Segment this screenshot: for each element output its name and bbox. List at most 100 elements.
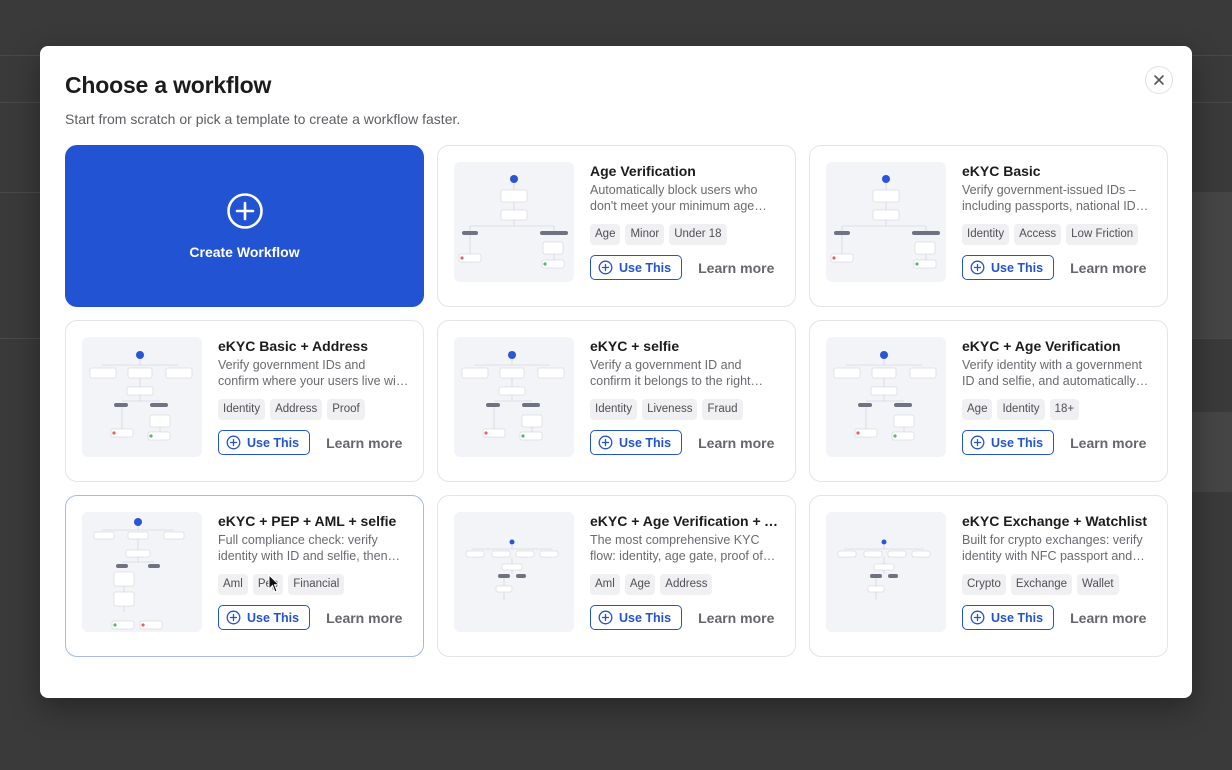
workflow-preview-thumbnail: [826, 162, 946, 282]
plus-circle-icon: [598, 610, 613, 625]
use-this-label: Use This: [247, 435, 300, 450]
close-button[interactable]: [1145, 66, 1173, 94]
use-this-button[interactable]: Use This: [962, 255, 1055, 280]
use-this-button[interactable]: Use This: [218, 430, 311, 455]
tag: Liveness: [642, 399, 698, 420]
use-this-label: Use This: [619, 610, 672, 625]
use-this-label: Use This: [991, 260, 1044, 275]
workflow-description: Verify government-issued IDs – including…: [962, 183, 1142, 213]
workflow-preview-thumbnail: [454, 337, 574, 457]
workflow-card[interactable]: eKYC Basic + Address Verify government ID…: [65, 320, 424, 482]
tag: Proof: [327, 399, 365, 420]
workflow-card[interactable]: eKYC Basic Verify government-issued IDs –…: [809, 145, 1168, 307]
use-this-button[interactable]: Use This: [962, 605, 1055, 630]
workflow-tags: Age Identity 18+: [962, 399, 1153, 420]
workflow-description: Automatically block users who don't meet…: [590, 183, 758, 213]
workflow-card[interactable]: Age Verification Automatically block user…: [437, 145, 796, 307]
modal-title: Choose a workflow: [65, 72, 272, 98]
workflow-card[interactable]: eKYC + selfie Verify a government ID and …: [437, 320, 796, 482]
modal-subtitle: Start from scratch or pick a template to…: [65, 111, 461, 127]
tag: Aml: [218, 574, 248, 595]
tag: Exchange: [1010, 574, 1073, 595]
workflow-tags: Crypto Exchange Wallet: [962, 574, 1153, 595]
plus-circle-icon: [970, 435, 985, 450]
tag: Age: [624, 574, 656, 595]
tag: Minor: [625, 224, 665, 245]
tag: Identity: [997, 399, 1045, 420]
workflow-tags: Age Minor Under 18: [590, 224, 781, 245]
workflow-description: Verify government IDs and confirm where …: [218, 358, 407, 388]
plus-circle-icon: [598, 435, 613, 450]
create-workflow-label: Create Workflow: [189, 244, 300, 260]
workflow-tags: Identity Address Proof: [218, 399, 409, 420]
create-workflow-card[interactable]: Create Workflow: [65, 145, 424, 307]
workflow-title: eKYC + selfie: [590, 338, 680, 354]
learn-more-link[interactable]: Learn more: [1070, 610, 1146, 626]
tag: Wallet: [1077, 574, 1119, 595]
workflow-description: Built for crypto exchanges: verify ident…: [962, 533, 1143, 563]
workflow-grid: Create Workflow Age Verification Automati…: [65, 145, 1168, 657]
tag: Identity: [962, 224, 1010, 245]
learn-more-link[interactable]: Learn more: [326, 435, 402, 451]
workflow-card[interactable]: eKYC + Age Verification Verify identity w…: [809, 320, 1168, 482]
learn-more-link[interactable]: Learn more: [698, 610, 774, 626]
tag: 18+: [1049, 399, 1080, 420]
workflow-title: eKYC + Age Verification + Address: [590, 513, 781, 529]
workflow-card[interactable]: eKYC + Age Verification + Address The mos…: [437, 495, 796, 657]
workflow-preview-thumbnail: [82, 512, 202, 632]
workflow-preview-thumbnail: [826, 337, 946, 457]
plus-circle-icon: [226, 610, 241, 625]
use-this-label: Use This: [619, 435, 672, 450]
plus-circle-icon: [226, 193, 263, 229]
learn-more-link[interactable]: Learn more: [1070, 435, 1146, 451]
use-this-label: Use This: [247, 610, 300, 625]
use-this-button[interactable]: Use This: [590, 605, 683, 630]
workflow-title: eKYC Exchange + Watchlist: [962, 513, 1148, 529]
use-this-button[interactable]: Use This: [218, 605, 311, 630]
use-this-label: Use This: [991, 435, 1044, 450]
tag: Crypto: [962, 574, 1006, 595]
workflow-title: eKYC + PEP + AML + selfie: [218, 513, 397, 529]
plus-circle-icon: [226, 435, 241, 450]
use-this-button[interactable]: Use This: [590, 430, 683, 455]
workflow-preview-thumbnail: [82, 337, 202, 457]
workflow-tags: Identity Liveness Fraud: [590, 399, 781, 420]
workflow-preview-thumbnail: [454, 512, 574, 632]
workflow-description: Verify a government ID and confirm it be…: [590, 358, 751, 388]
workflow-title: eKYC + Age Verification: [962, 338, 1121, 354]
tag: Identity: [590, 399, 638, 420]
workflow-card[interactable]: eKYC Exchange + Watchlist Built for crypt…: [809, 495, 1168, 657]
learn-more-link[interactable]: Learn more: [698, 435, 774, 451]
learn-more-link[interactable]: Learn more: [326, 610, 402, 626]
workflow-preview-thumbnail: [826, 512, 946, 632]
workflow-card[interactable]: eKYC + PEP + AML + selfie Full compliance…: [65, 495, 424, 657]
learn-more-link[interactable]: Learn more: [1070, 260, 1146, 276]
tag: Age: [962, 399, 993, 420]
use-this-button[interactable]: Use This: [590, 255, 683, 280]
tag: Access: [1014, 224, 1062, 245]
workflow-title: eKYC Basic: [962, 163, 1041, 179]
use-this-label: Use This: [991, 610, 1044, 625]
workflow-tags: Aml Pep Financial: [218, 574, 409, 595]
tag: Fraud: [702, 399, 743, 420]
workflow-title: eKYC Basic + Address: [218, 338, 369, 354]
tag: Financial: [288, 574, 345, 595]
choose-workflow-modal: Choose a workflow Start from scratch or …: [40, 46, 1192, 698]
plus-circle-icon: [970, 260, 985, 275]
tag: Under 18: [669, 224, 727, 245]
close-icon: [1154, 75, 1164, 85]
learn-more-link[interactable]: Learn more: [698, 260, 774, 276]
use-this-button[interactable]: Use This: [962, 430, 1055, 455]
workflow-tags: Aml Age Address: [590, 574, 781, 595]
workflow-title: Age Verification: [590, 163, 696, 179]
use-this-label: Use This: [619, 260, 672, 275]
mouse-cursor-icon: [268, 574, 281, 593]
tag: Address: [270, 399, 323, 420]
tag: Identity: [218, 399, 266, 420]
workflow-tags: Identity Access Low Friction: [962, 224, 1153, 245]
tag: Low Friction: [1066, 224, 1139, 245]
workflow-preview-thumbnail: [454, 162, 574, 282]
tag: Age: [590, 224, 621, 245]
plus-circle-icon: [970, 610, 985, 625]
tag: Address: [660, 574, 713, 595]
